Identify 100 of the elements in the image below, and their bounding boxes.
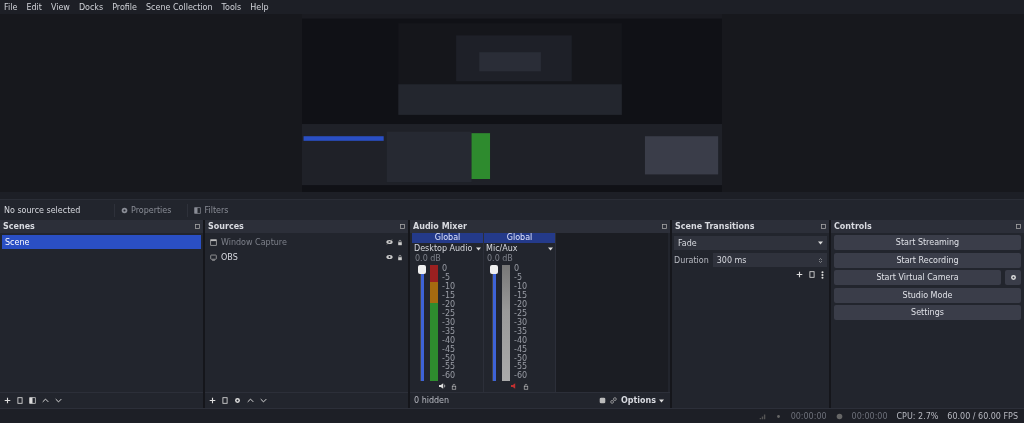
slider-thumb[interactable] — [418, 265, 426, 274]
stream-time: 00:00:00 — [790, 411, 827, 421]
control-button[interactable]: Settings — [834, 305, 1021, 320]
eye-icon[interactable] — [386, 254, 393, 260]
filters-button[interactable]: Filters — [187, 203, 235, 217]
spinner-icon — [818, 256, 823, 264]
record-icon — [835, 412, 843, 420]
meter-tick: -25 — [442, 309, 456, 318]
speaker-icon[interactable] — [438, 383, 446, 389]
camera-settings-button[interactable] — [1005, 270, 1021, 285]
menu-item[interactable]: View — [50, 2, 70, 12]
control-button[interactable]: Start Virtual Camera — [834, 270, 1001, 285]
caret-icon — [548, 246, 553, 251]
meter-tick: -30 — [442, 318, 456, 327]
trash-icon[interactable] — [17, 397, 23, 404]
caret-icon — [659, 398, 664, 403]
link-icon — [609, 397, 617, 404]
control-button[interactable]: Studio Mode — [834, 287, 1021, 303]
trash-icon[interactable] — [222, 397, 228, 404]
meter-tick: -15 — [442, 291, 456, 300]
meter-tick: -30 — [514, 318, 528, 327]
add-icon[interactable] — [209, 397, 216, 404]
meter-tick: -55 — [442, 363, 456, 372]
meter-tick: -10 — [514, 282, 528, 291]
control-button[interactable]: Start Streaming — [834, 235, 1021, 250]
undock-icon[interactable] — [400, 224, 405, 229]
settings-icon[interactable] — [234, 397, 241, 404]
move-down-icon[interactable] — [55, 398, 62, 403]
meter-tick: -20 — [442, 300, 456, 309]
menu-item[interactable]: Scene Collection — [146, 2, 213, 12]
menu-item[interactable]: Tools — [221, 2, 242, 12]
control-button[interactable]: Start Recording — [834, 252, 1021, 268]
volume-reading: 0.0 dB — [414, 254, 442, 263]
lock-icon — [450, 383, 457, 390]
menu-item[interactable]: Docks — [78, 2, 104, 12]
undock-icon[interactable] — [195, 224, 200, 229]
undock-icon[interactable] — [1016, 224, 1021, 229]
meter-tick: -40 — [442, 336, 456, 345]
muted-speaker-icon[interactable] — [510, 383, 518, 389]
panel-title: Sources — [208, 222, 244, 231]
channel-name[interactable]: Desktop Audio — [414, 244, 473, 253]
caret-icon — [818, 241, 823, 245]
meter-tick: -60 — [514, 372, 528, 381]
volume-slider[interactable] — [418, 265, 426, 381]
grid-icon — [598, 397, 606, 404]
duration-field[interactable]: 300 ms — [712, 253, 827, 267]
lock-icon — [397, 253, 403, 261]
volume-reading: 0.0 dB — [486, 254, 514, 263]
menu-item[interactable]: Help — [250, 2, 269, 12]
eye-slash-icon[interactable] — [386, 239, 393, 245]
menu-item[interactable]: Profile — [112, 2, 137, 12]
source-name[interactable]: OBS — [221, 252, 382, 262]
move-up-icon[interactable] — [42, 398, 49, 403]
meter-tick: -25 — [514, 309, 528, 318]
properties-button[interactable]: Properties — [114, 203, 178, 217]
meter-tick: -5 — [514, 273, 523, 282]
gear-icon — [121, 206, 128, 214]
filter-icon — [194, 206, 202, 214]
add-icon[interactable] — [4, 397, 11, 404]
add-icon[interactable] — [796, 271, 803, 278]
meter-tick: 0 — [514, 265, 521, 273]
meter-tick: -60 — [442, 372, 456, 381]
trash-icon[interactable] — [809, 271, 815, 278]
undock-icon[interactable] — [662, 224, 667, 229]
panel-title: Scene Transitions — [675, 222, 755, 231]
slider-thumb[interactable] — [490, 265, 498, 274]
meter-tick: -45 — [442, 345, 456, 354]
undock-icon[interactable] — [821, 224, 826, 229]
meter-tick: -50 — [514, 354, 528, 363]
cpu-usage: CPU: 2.7% — [896, 411, 939, 421]
channel-name[interactable]: Mic/Aux — [486, 244, 518, 253]
scope-label: Global — [484, 233, 555, 243]
source-name[interactable]: Window Capture — [221, 237, 382, 247]
move-down-icon[interactable] — [260, 398, 267, 403]
more-icon[interactable] — [821, 271, 824, 279]
meter-tick: -35 — [514, 327, 528, 336]
meter-tick: -15 — [514, 291, 528, 300]
selection-label: No source selected — [4, 205, 82, 215]
panel-title: Scenes — [3, 222, 35, 231]
lock-icon — [397, 238, 403, 246]
filter-icon — [29, 397, 36, 404]
meter-tick: 0 — [442, 265, 449, 273]
meter-tick: -55 — [514, 363, 528, 372]
gear-icon — [1009, 274, 1017, 281]
scope-label: Global — [412, 233, 483, 243]
meter-tick: -45 — [514, 345, 528, 354]
lock-icon — [522, 383, 529, 390]
caret-icon — [476, 246, 481, 251]
volume-slider[interactable] — [490, 265, 498, 381]
move-up-icon[interactable] — [247, 398, 254, 403]
duration-label: Duration — [674, 255, 709, 265]
transition-dropdown[interactable]: Fade — [674, 236, 827, 250]
window-icon — [210, 238, 217, 246]
scene-item[interactable]: Scene — [2, 235, 201, 249]
signal-icon — [758, 412, 766, 420]
menu-item[interactable]: File — [4, 2, 18, 12]
meter-tick: -20 — [514, 300, 528, 309]
options-button[interactable]: Options — [620, 396, 664, 405]
menu-item[interactable]: Edit — [26, 2, 42, 12]
record-time: 00:00:00 — [851, 411, 888, 421]
